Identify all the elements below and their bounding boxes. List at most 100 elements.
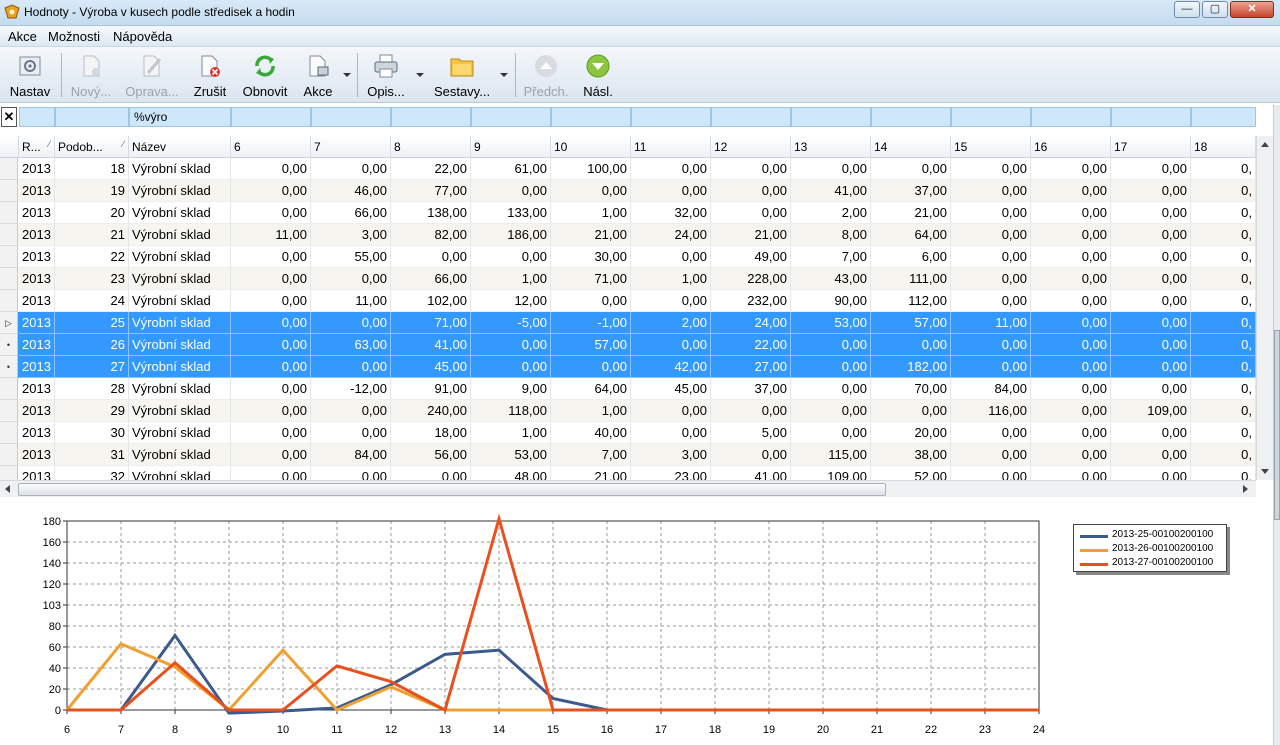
- table-cell[interactable]: 0,00: [951, 466, 1031, 480]
- column-header[interactable]: 14: [871, 136, 951, 158]
- filter-cell[interactable]: [951, 107, 1031, 127]
- table-cell[interactable]: 1,00: [631, 268, 711, 290]
- table-cell[interactable]: 70,00: [871, 378, 951, 400]
- table-cell[interactable]: 1,00: [551, 400, 631, 422]
- clear-filter-button[interactable]: ✕: [1, 107, 17, 127]
- table-cell[interactable]: 0,00: [551, 180, 631, 202]
- table-cell[interactable]: 0,00: [1031, 312, 1111, 334]
- row-selector[interactable]: [0, 400, 18, 422]
- table-cell[interactable]: 0,00: [631, 158, 711, 180]
- table-cell[interactable]: 0,00: [1031, 444, 1111, 466]
- refresh-button[interactable]: Obnovit: [238, 51, 292, 99]
- table-cell[interactable]: 40,00: [551, 422, 631, 444]
- filter-cell[interactable]: [471, 107, 551, 127]
- table-cell[interactable]: 0,: [1191, 312, 1256, 334]
- table-cell[interactable]: 0,00: [711, 180, 791, 202]
- table-cell[interactable]: 240,00: [391, 400, 471, 422]
- table-cell[interactable]: 0,00: [1111, 290, 1191, 312]
- table-cell[interactable]: 0,00: [791, 422, 871, 444]
- column-header[interactable]: 7: [311, 136, 391, 158]
- table-row[interactable]: 2013 22 Výrobní sklad 0,00 55,00 0,00 0,00 30,0…: [0, 246, 1256, 268]
- table-cell[interactable]: 0,00: [231, 202, 311, 224]
- row-selector[interactable]: [0, 202, 18, 224]
- actions-button[interactable]: Akce: [297, 51, 339, 99]
- table-cell[interactable]: Výrobní sklad: [129, 400, 231, 422]
- table-cell[interactable]: 118,00: [471, 400, 551, 422]
- table-cell[interactable]: 0,00: [1111, 268, 1191, 290]
- column-header[interactable]: R... ∕: [19, 136, 55, 158]
- table-cell[interactable]: 2013: [19, 422, 55, 444]
- menu-moznosti[interactable]: Možnosti: [48, 29, 100, 44]
- table-cell[interactable]: 2013: [19, 444, 55, 466]
- filter-cell[interactable]: [711, 107, 791, 127]
- table-cell[interactable]: 0,: [1191, 378, 1256, 400]
- table-row[interactable]: 2013 32 Výrobní sklad 0,00 0,00 0,00 48,00 21,0…: [0, 466, 1256, 480]
- table-cell[interactable]: Výrobní sklad: [129, 224, 231, 246]
- table-cell[interactable]: 7,00: [551, 444, 631, 466]
- table-cell[interactable]: 9,00: [471, 378, 551, 400]
- table-cell[interactable]: 0,00: [471, 334, 551, 356]
- table-cell[interactable]: 64,00: [871, 224, 951, 246]
- table-cell[interactable]: 26: [55, 334, 129, 356]
- table-cell[interactable]: 0,00: [1111, 466, 1191, 480]
- table-cell[interactable]: 2013: [19, 290, 55, 312]
- table-cell[interactable]: 0,00: [631, 334, 711, 356]
- table-row[interactable]: 2013 21 Výrobní sklad 11,00 3,00 82,00 186,00 2…: [0, 224, 1256, 246]
- table-cell[interactable]: 22: [55, 246, 129, 268]
- table-cell[interactable]: 0,00: [551, 356, 631, 378]
- column-header[interactable]: 16: [1031, 136, 1111, 158]
- table-cell[interactable]: 53,00: [471, 444, 551, 466]
- window-scrollbar[interactable]: [1273, 105, 1280, 745]
- table-cell[interactable]: 24: [55, 290, 129, 312]
- table-cell[interactable]: 0,00: [1111, 180, 1191, 202]
- filter-cell[interactable]: [871, 107, 951, 127]
- table-cell[interactable]: 2013: [19, 246, 55, 268]
- table-cell[interactable]: Výrobní sklad: [129, 268, 231, 290]
- table-cell[interactable]: 182,00: [871, 356, 951, 378]
- row-selector[interactable]: ▷: [0, 312, 18, 334]
- table-cell[interactable]: 19: [55, 180, 129, 202]
- table-row[interactable]: 2013 28 Výrobní sklad 0,00 -12,00 91,00 9,00 64…: [0, 378, 1256, 400]
- table-row[interactable]: 2013 23 Výrobní sklad 0,00 0,00 66,00 1,00 71,0…: [0, 268, 1256, 290]
- table-cell[interactable]: 112,00: [871, 290, 951, 312]
- table-cell[interactable]: 0,00: [231, 246, 311, 268]
- table-cell[interactable]: 0,: [1191, 224, 1256, 246]
- table-cell[interactable]: 0,00: [1031, 378, 1111, 400]
- table-cell[interactable]: 0,00: [1111, 356, 1191, 378]
- table-cell[interactable]: 2013: [19, 378, 55, 400]
- table-cell[interactable]: 20: [55, 202, 129, 224]
- table-cell[interactable]: 0,00: [951, 180, 1031, 202]
- table-cell[interactable]: 0,00: [1031, 422, 1111, 444]
- table-cell[interactable]: 2013: [19, 268, 55, 290]
- table-cell[interactable]: 0,00: [711, 444, 791, 466]
- table-cell[interactable]: 0,00: [631, 180, 711, 202]
- scroll-up-icon[interactable]: [1261, 142, 1269, 147]
- table-cell[interactable]: 27: [55, 356, 129, 378]
- table-cell[interactable]: 0,: [1191, 400, 1256, 422]
- table-cell[interactable]: 2013: [19, 158, 55, 180]
- table-cell[interactable]: 90,00: [791, 290, 871, 312]
- table-cell[interactable]: 49,00: [711, 246, 791, 268]
- column-header[interactable]: 13: [791, 136, 871, 158]
- table-cell[interactable]: 2013: [19, 334, 55, 356]
- table-cell[interactable]: 6,00: [871, 246, 951, 268]
- table-cell[interactable]: 53,00: [791, 312, 871, 334]
- table-cell[interactable]: 109,00: [1111, 400, 1191, 422]
- table-cell[interactable]: 0,00: [231, 378, 311, 400]
- table-cell[interactable]: 22,00: [391, 158, 471, 180]
- table-cell[interactable]: 12,00: [471, 290, 551, 312]
- row-selector[interactable]: [0, 246, 18, 268]
- table-cell[interactable]: 0,: [1191, 356, 1256, 378]
- table-cell[interactable]: 0,00: [311, 312, 391, 334]
- table-cell[interactable]: 0,00: [951, 158, 1031, 180]
- table-cell[interactable]: -5,00: [471, 312, 551, 334]
- table-cell[interactable]: 102,00: [391, 290, 471, 312]
- table-cell[interactable]: 38,00: [871, 444, 951, 466]
- table-row[interactable]: 2013 29 Výrobní sklad 0,00 0,00 240,00 118,00 1…: [0, 400, 1256, 422]
- table-cell[interactable]: 20,00: [871, 422, 951, 444]
- table-cell[interactable]: 115,00: [791, 444, 871, 466]
- table-cell[interactable]: 11,00: [311, 290, 391, 312]
- table-cell[interactable]: 0,00: [871, 400, 951, 422]
- table-cell[interactable]: 0,00: [871, 158, 951, 180]
- table-cell[interactable]: 0,: [1191, 180, 1256, 202]
